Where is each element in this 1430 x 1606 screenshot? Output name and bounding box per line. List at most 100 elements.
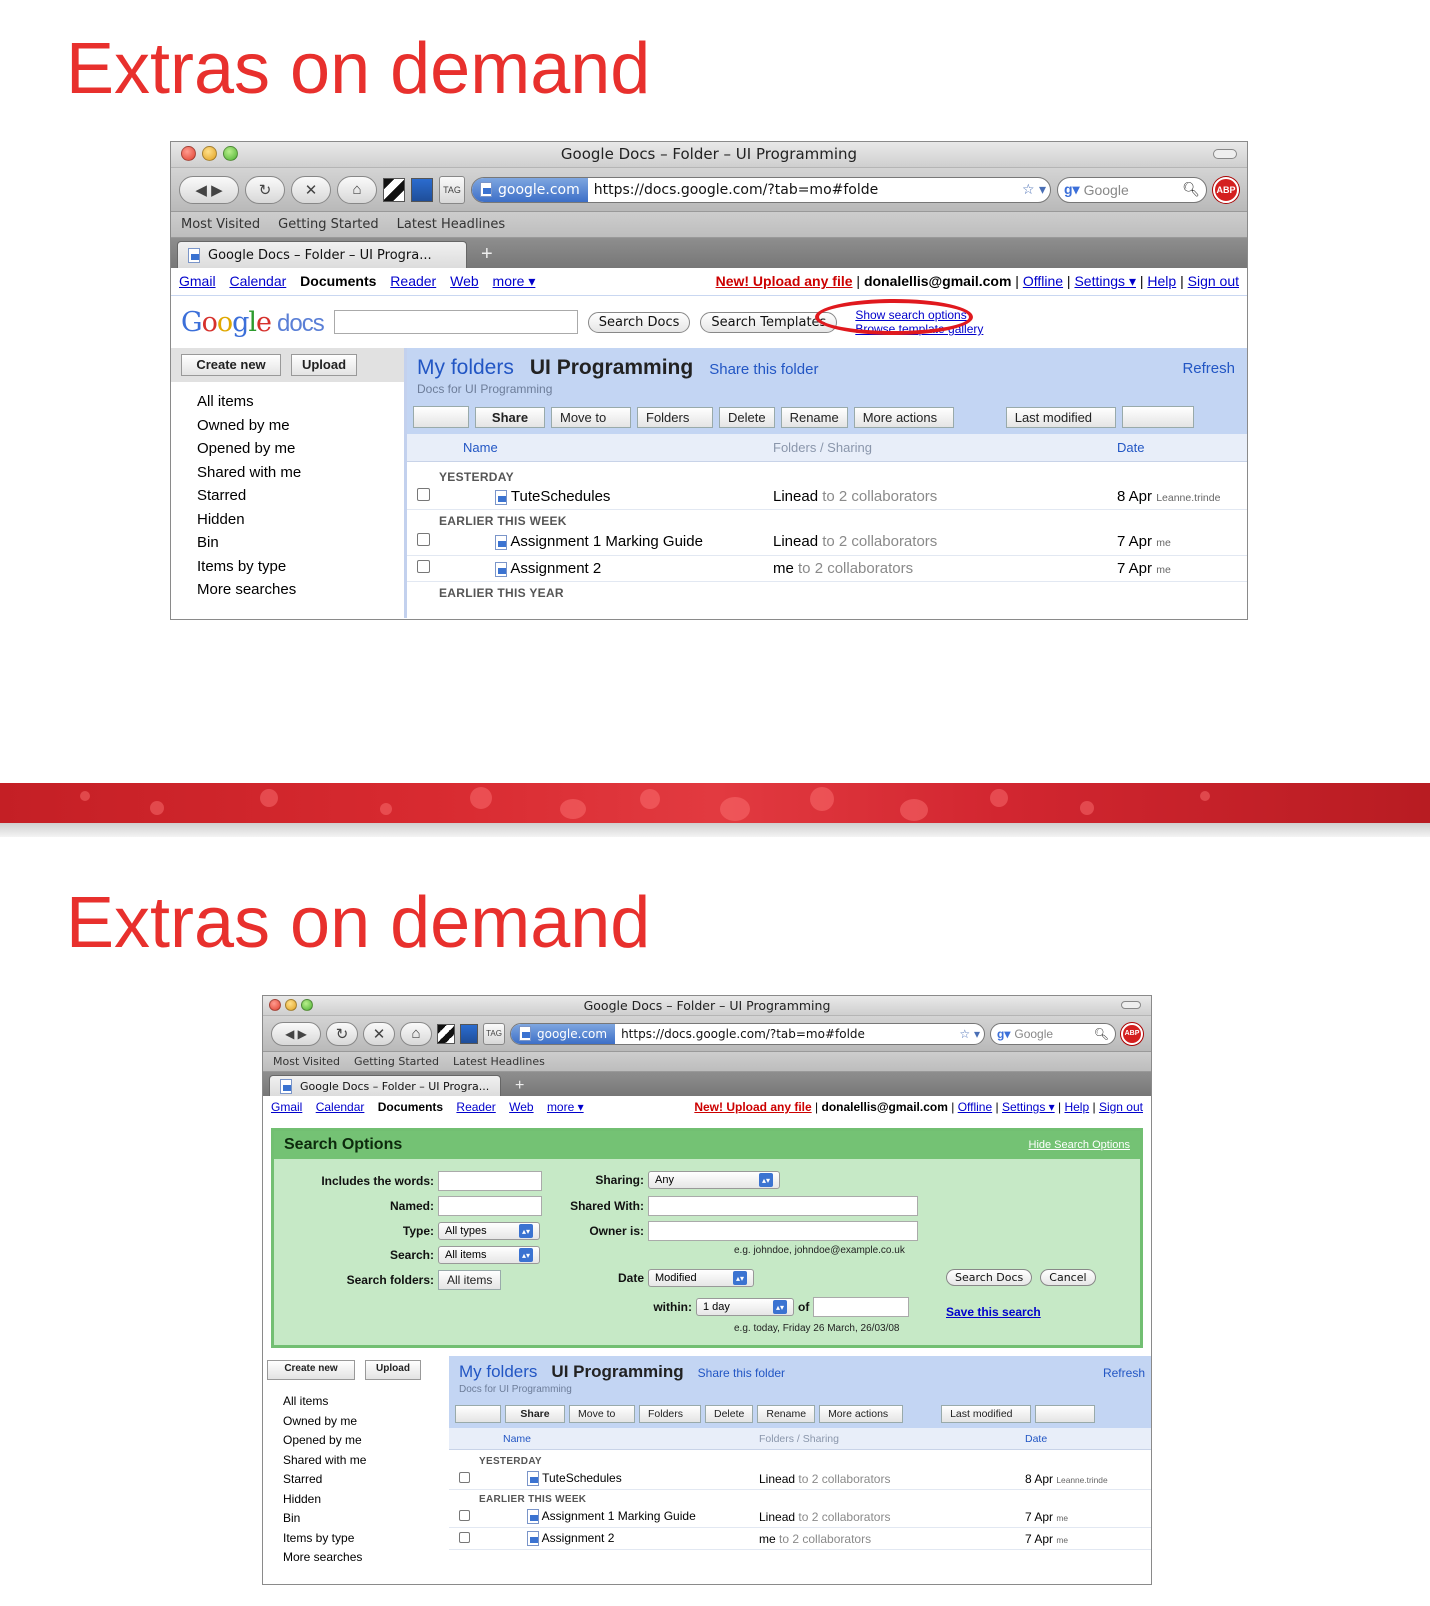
move-to-button[interactable]: Move to (569, 1405, 635, 1423)
sidebar-item-starred[interactable]: Starred (197, 484, 404, 508)
google-docs-logo[interactable]: Google docs (181, 307, 325, 338)
site-identity[interactable]: google.com (472, 177, 588, 202)
save-search-link[interactable]: Save this search (946, 1305, 1041, 1319)
share-folder-link[interactable]: Share this folder (698, 1366, 785, 1380)
help-link[interactable]: Help (1064, 1100, 1089, 1114)
site-identity[interactable]: google.com (511, 1023, 616, 1044)
upload-button[interactable]: Upload (291, 354, 357, 376)
refresh-link[interactable]: Refresh (1103, 1366, 1145, 1380)
reader-link[interactable]: Reader (390, 273, 436, 289)
tag-icon[interactable]: TAG (483, 1022, 505, 1045)
url-bar[interactable]: google.com https://docs.google.com/?tab=… (471, 176, 1051, 203)
folders-button[interactable]: Folders (639, 1405, 701, 1423)
col-date[interactable]: Date (1025, 1428, 1047, 1449)
view-toggle-button[interactable] (1035, 1405, 1096, 1423)
my-folders-link[interactable]: My folders (417, 356, 514, 380)
create-new-button[interactable]: Create new (267, 1360, 355, 1380)
gmail-link[interactable]: Gmail (179, 273, 216, 289)
sidebar-item-shared-with-me[interactable]: Shared with me (283, 1451, 449, 1471)
share-folder-link[interactable]: Share this folder (709, 361, 818, 378)
col-name[interactable]: Name (463, 434, 773, 461)
search-folders-button[interactable]: All items (438, 1270, 502, 1290)
doc-row[interactable]: Assignment 2 me to 2 collaborators 7 Apr… (449, 1528, 1151, 1550)
bookmark-getting-started[interactable]: Getting Started (278, 217, 379, 232)
documents-link[interactable]: Documents (378, 1100, 443, 1114)
sort-last-modified-button[interactable]: Last modified (1005, 406, 1116, 428)
reload-icon[interactable]: ↻ (326, 1021, 358, 1046)
sidebar-item-items-by-type[interactable]: Items by type (197, 555, 404, 579)
bookmark-latest-headlines[interactable]: Latest Headlines (397, 217, 506, 232)
more-actions-button[interactable]: More actions (853, 406, 954, 428)
adblock-icon[interactable]: ABP (1213, 176, 1239, 203)
reader-link[interactable]: Reader (456, 1100, 495, 1114)
close-window-button[interactable] (181, 146, 196, 161)
back-forward-button[interactable]: ◀ ▶ (179, 175, 239, 204)
sidebar-item-bin[interactable]: Bin (197, 531, 404, 555)
web-link[interactable]: Web (509, 1100, 533, 1114)
url-bar[interactable]: google.com https://docs.google.com/?tab=… (510, 1022, 985, 1045)
home-icon[interactable]: ⌂ (400, 1021, 432, 1046)
offline-link[interactable]: Offline (1023, 273, 1063, 289)
home-icon[interactable]: ⌂ (337, 175, 377, 204)
bookmark-latest-headlines[interactable]: Latest Headlines (453, 1055, 545, 1068)
sharing-select[interactable]: Any ▴▾ (648, 1171, 780, 1189)
sidebar-item-bin[interactable]: Bin (283, 1509, 449, 1529)
sidebar-item-more-searches[interactable]: More searches (283, 1548, 449, 1568)
view-toggle-button[interactable] (1121, 406, 1194, 428)
doc-name[interactable]: TuteSchedules (542, 1471, 622, 1485)
doc-row[interactable]: Assignment 1 Marking Guide Linead to 2 c… (407, 528, 1247, 556)
extension-icon[interactable] (383, 177, 405, 202)
sidebar-item-all-items[interactable]: All items (197, 390, 404, 414)
doc-name[interactable]: Assignment 2 (542, 1531, 615, 1545)
move-to-button[interactable]: Move to (551, 406, 631, 428)
row-checkbox[interactable] (459, 1471, 470, 1483)
stop-icon[interactable]: ✕ (291, 175, 331, 204)
search-engine-box[interactable]: g▾ Google 🔍︎ (1057, 176, 1207, 203)
sign-out-link[interactable]: Sign out (1188, 273, 1239, 289)
reload-icon[interactable]: ↻ (245, 175, 285, 204)
google-icon[interactable]: g▾ (997, 1027, 1010, 1041)
search-docs-button[interactable]: Search Docs (587, 311, 691, 333)
doc-name[interactable]: Assignment 1 Marking Guide (510, 533, 703, 550)
star-icon[interactable]: ☆ ▾ (955, 1027, 984, 1041)
doc-row[interactable]: TuteSchedules Linead to 2 collaborators … (449, 1468, 1151, 1490)
stop-icon[interactable]: ✕ (363, 1021, 395, 1046)
help-link[interactable]: Help (1147, 273, 1176, 289)
more-link[interactable]: more ▾ (547, 1100, 584, 1114)
settings-link[interactable]: Settings ▾ (1074, 273, 1136, 289)
row-checkbox[interactable] (417, 533, 430, 546)
more-actions-button[interactable]: More actions (819, 1405, 904, 1423)
gmail-link[interactable]: Gmail (271, 1100, 302, 1114)
toolbar-toggle-button[interactable] (1213, 149, 1237, 159)
upload-any-file-link[interactable]: New! Upload any file (694, 1100, 811, 1114)
web-link[interactable]: Web (450, 273, 479, 289)
bookmark-most-visited[interactable]: Most Visited (273, 1055, 340, 1068)
adblock-icon[interactable]: ABP (1121, 1022, 1143, 1045)
row-checkbox[interactable] (459, 1509, 470, 1521)
extension-icon[interactable] (437, 1023, 455, 1044)
rename-button[interactable]: Rename (780, 406, 848, 428)
bookmark-getting-started[interactable]: Getting Started (354, 1055, 439, 1068)
my-folders-link[interactable]: My folders (459, 1362, 537, 1382)
rename-button[interactable]: Rename (757, 1405, 816, 1423)
of-date-input[interactable] (813, 1297, 910, 1317)
search-input[interactable] (333, 310, 578, 334)
select-all-button[interactable] (413, 406, 469, 428)
hide-search-options-link[interactable]: Hide Search Options (1029, 1139, 1131, 1151)
search-select[interactable]: All items ▴▾ (438, 1246, 540, 1264)
tab-google-docs[interactable]: Google Docs – Folder – UI Progra... (269, 1075, 501, 1096)
offline-link[interactable]: Offline (958, 1100, 992, 1114)
sidebar-item-starred[interactable]: Starred (283, 1470, 449, 1490)
bookmark-most-visited[interactable]: Most Visited (181, 217, 260, 232)
share-button[interactable]: Share (475, 406, 545, 428)
doc-row[interactable]: TuteSchedules Linead to 2 collaborators … (407, 484, 1247, 510)
select-all-button[interactable] (455, 1405, 501, 1423)
sidebar-item-hidden[interactable]: Hidden (283, 1490, 449, 1510)
sidebar-item-owned-by-me[interactable]: Owned by me (197, 414, 404, 438)
col-name[interactable]: Name (503, 1428, 759, 1449)
owner-input[interactable] (648, 1221, 918, 1241)
doc-name[interactable]: TuteSchedules (511, 488, 611, 505)
doc-row[interactable]: Assignment 2 me to 2 collaborators 7 Apr… (407, 556, 1247, 582)
toolbar-toggle-button[interactable] (1121, 1001, 1141, 1009)
documents-link[interactable]: Documents (300, 273, 376, 289)
